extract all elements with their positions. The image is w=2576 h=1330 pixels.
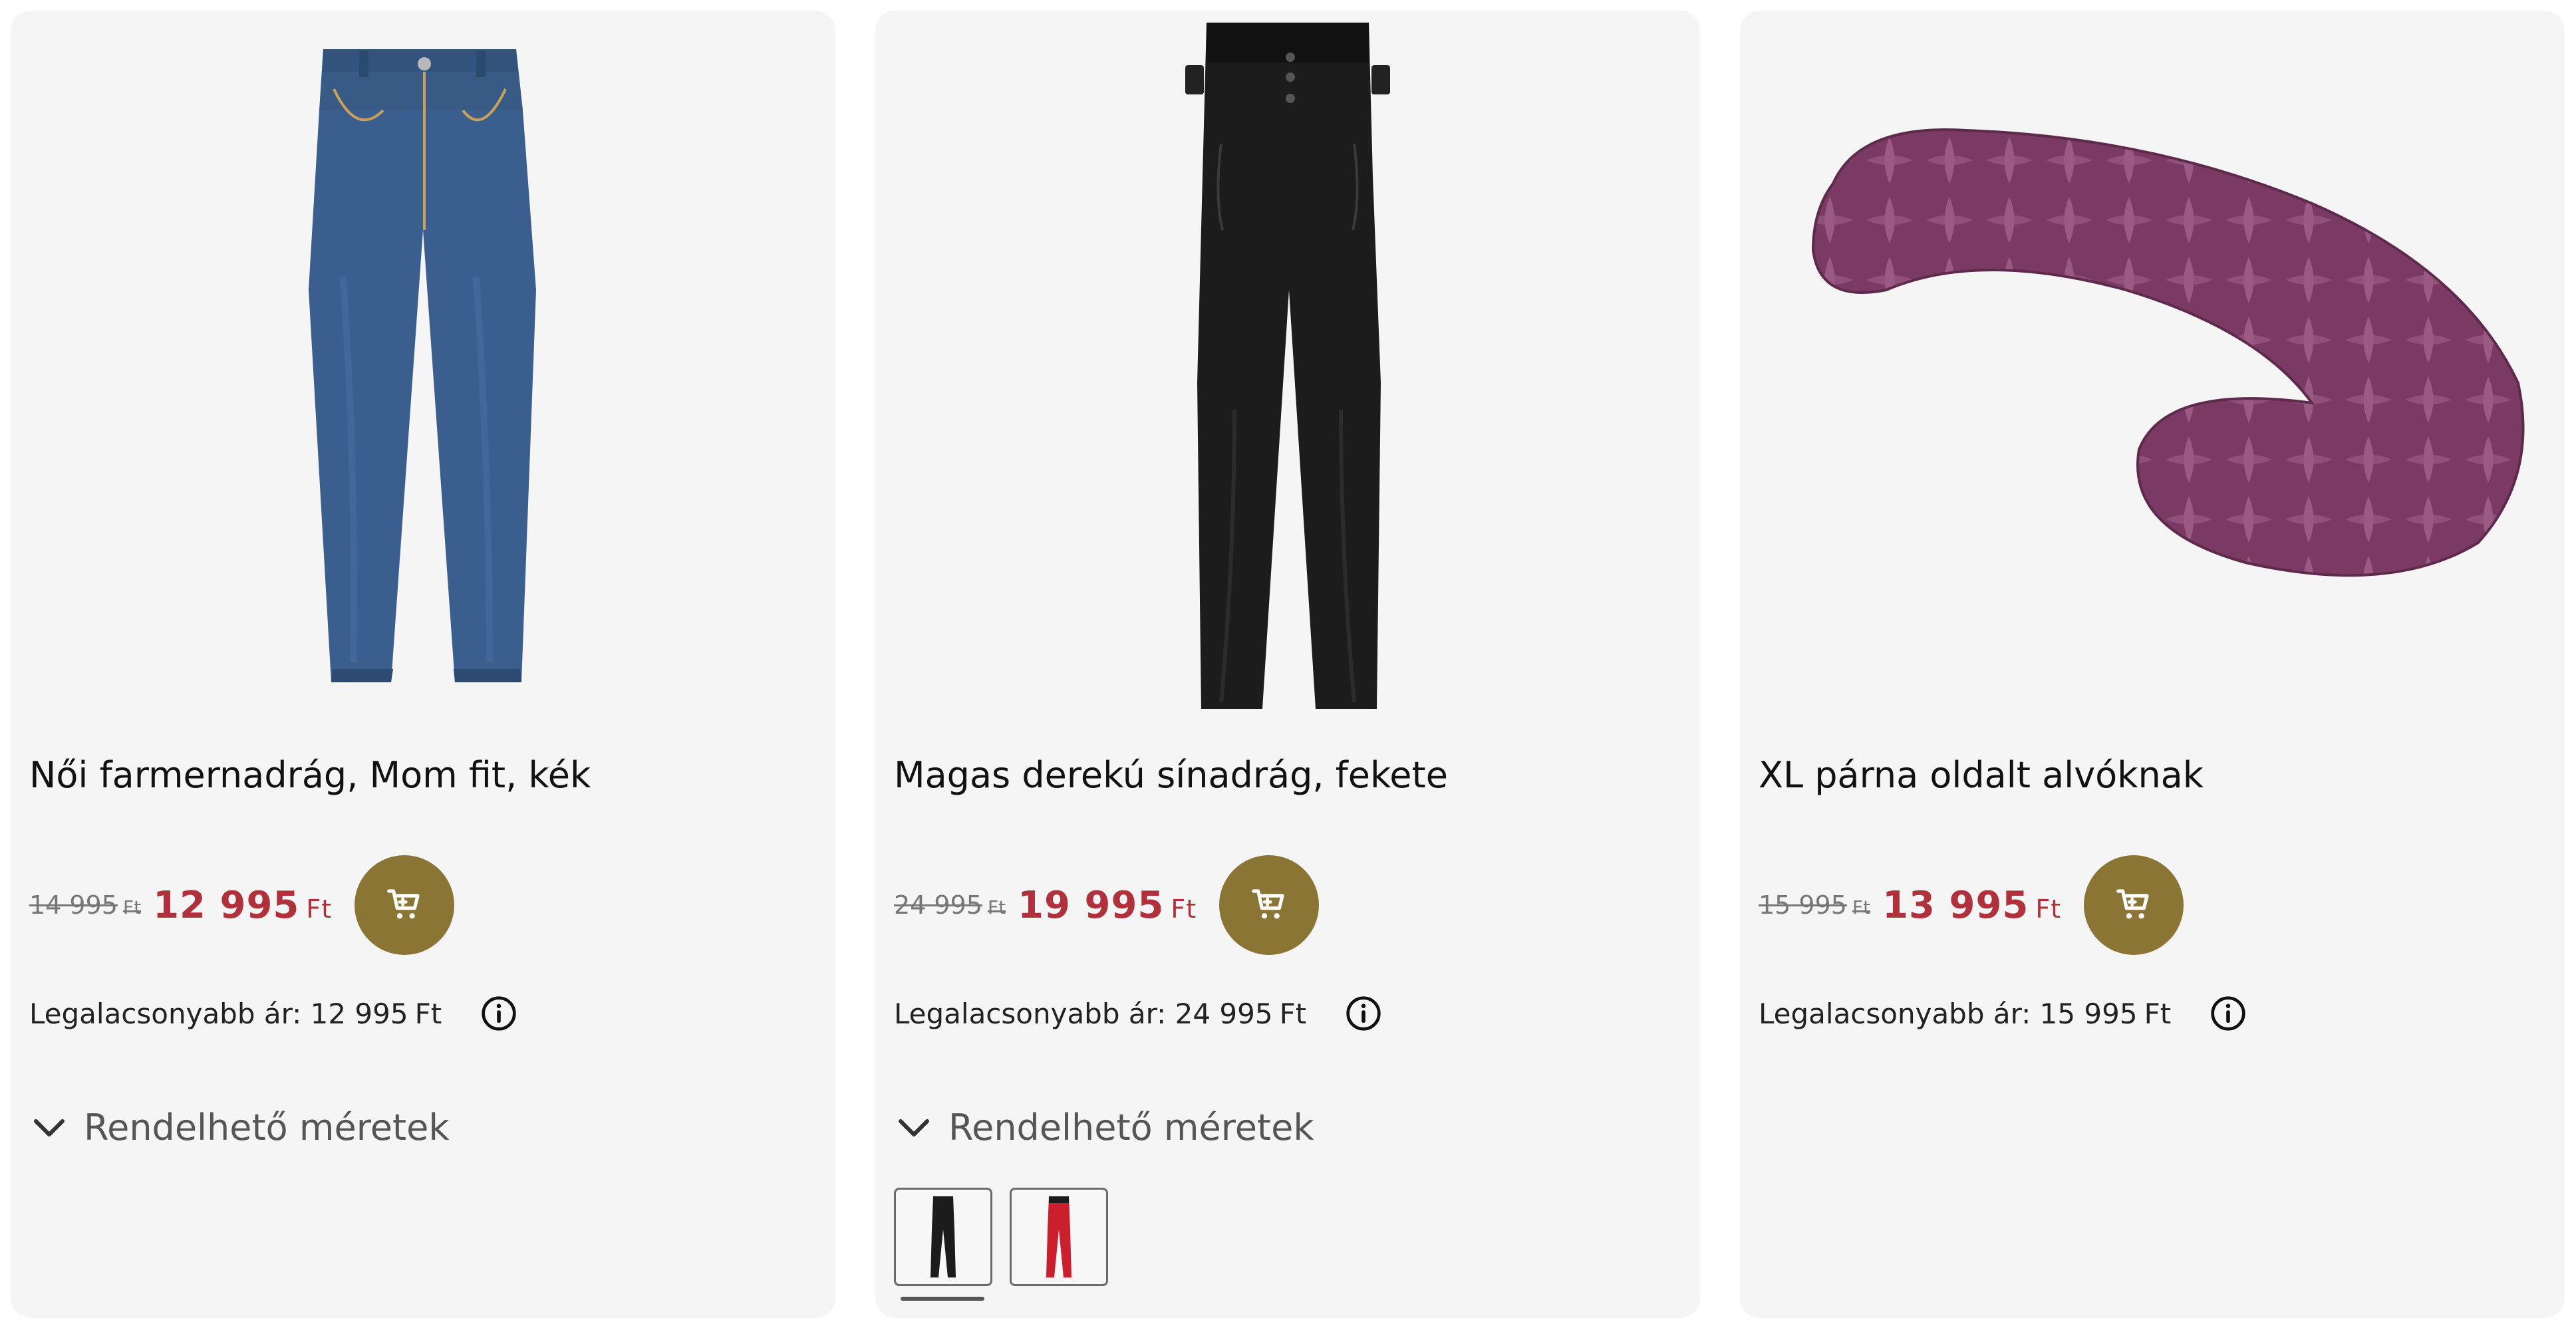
- product-card-jeans[interactable]: Női farmernadrág, Mom fit, kék 14 995 Ft …: [11, 11, 835, 1318]
- lowest-price-info: Legalacsonyabb ár: 24 995 Ft: [894, 995, 1382, 1032]
- product-card-pillow[interactable]: XL párna oldalt alvóknak 15 995 Ft 13 995…: [1740, 11, 2565, 1318]
- lowest-price-info: Legalacsonyabb ár: 12 995 Ft: [29, 995, 517, 1032]
- chevron-down-icon: [894, 1108, 934, 1148]
- shopping-cart-icon: [387, 889, 420, 919]
- product-image-pillow[interactable]: [1740, 11, 2565, 722]
- old-price: 14 995 Ft: [29, 890, 142, 920]
- sale-price: 13 995 Ft: [1882, 883, 2062, 927]
- add-to-cart-button[interactable]: [2084, 855, 2184, 955]
- product-card-ski-pants[interactable]: Magas derekú sínadrág, fekete 24 995 Ft 1…: [875, 11, 1700, 1318]
- product-title[interactable]: XL párna oldalt alvóknak: [1759, 754, 2204, 796]
- info-icon[interactable]: [2210, 995, 2247, 1032]
- selected-swatch-indicator: [901, 1297, 984, 1301]
- old-price: 24 995 Ft: [894, 890, 1006, 920]
- color-swatch-red[interactable]: [1010, 1188, 1108, 1286]
- info-icon[interactable]: [1345, 995, 1382, 1032]
- available-sizes-toggle[interactable]: Rendelhető méretek: [894, 1107, 1314, 1148]
- product-title[interactable]: Magas derekú sínadrág, fekete: [894, 754, 1448, 796]
- add-to-cart-button[interactable]: [355, 855, 455, 955]
- product-title[interactable]: Női farmernadrág, Mom fit, kék: [29, 754, 591, 796]
- ski-pants-image: [1185, 23, 1390, 709]
- color-swatches: [894, 1188, 1125, 1286]
- jeans-image: [309, 49, 536, 682]
- old-price: 15 995 Ft: [1759, 890, 1871, 920]
- sale-price: 12 995 Ft: [153, 883, 333, 927]
- price-row: 14 995 Ft 12 995 Ft: [29, 855, 455, 955]
- add-to-cart-button[interactable]: [1219, 855, 1320, 955]
- product-image-ski-pants[interactable]: [875, 11, 1700, 722]
- price-row: 15 995 Ft 13 995 Ft: [1759, 855, 2184, 955]
- shopping-cart-icon: [1252, 889, 1284, 919]
- shopping-cart-icon: [2116, 889, 2149, 919]
- price-row: 24 995 Ft 19 995 Ft: [894, 855, 1320, 955]
- chevron-down-icon: [29, 1108, 69, 1148]
- sale-price: 19 995 Ft: [1018, 883, 1197, 927]
- pillow-image: [1811, 128, 2525, 577]
- color-swatch-black[interactable]: [894, 1188, 992, 1286]
- info-icon[interactable]: [480, 995, 517, 1032]
- available-sizes-toggle[interactable]: Rendelhető méretek: [29, 1107, 450, 1148]
- lowest-price-info: Legalacsonyabb ár: 15 995 Ft: [1759, 995, 2247, 1032]
- product-image-jeans[interactable]: [11, 11, 835, 722]
